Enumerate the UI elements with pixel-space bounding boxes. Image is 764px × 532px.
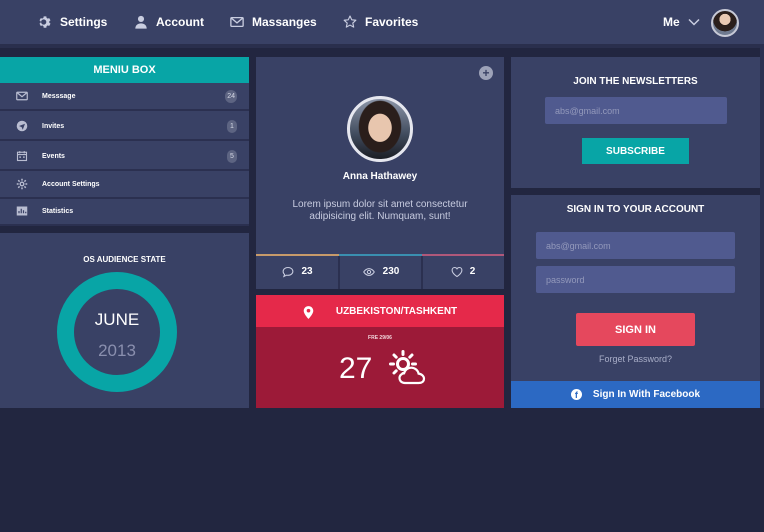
audience-donut (57, 272, 177, 392)
profile-avatar (347, 96, 413, 162)
user-menu[interactable]: Me (663, 15, 700, 29)
menu-item-label: Account Settings (42, 180, 100, 188)
profile-stats: 23 230 2 (256, 254, 504, 289)
facebook-signin-label: Sign In With Facebook (592, 389, 701, 400)
gear-icon (16, 178, 28, 190)
comment-icon (282, 266, 294, 278)
stat-likes[interactable]: 2 (422, 254, 504, 289)
nav-account[interactable]: Account (134, 13, 204, 31)
menu-item-account-settings[interactable]: Account Settings (0, 171, 249, 199)
user-menu-label: Me (663, 15, 680, 29)
envelope-icon (230, 15, 244, 29)
audience-month: JUNE (94, 310, 140, 329)
nav-account-label: Account (156, 15, 204, 29)
menu-item-message[interactable]: Messsage 24 (0, 83, 249, 111)
weather-location: UZBEKISTON/TASHKENT (335, 305, 458, 317)
nav-messages[interactable]: Massanges (230, 13, 317, 31)
menu-item-label: Statistics (42, 207, 74, 215)
nav-settings[interactable]: Settings (38, 13, 107, 31)
gear-icon (38, 15, 52, 29)
stat-comments[interactable]: 23 (256, 254, 339, 289)
menu-box-title: MENIU BOX (0, 57, 249, 83)
chart-icon (16, 205, 28, 217)
stat-likes-value: 2 (469, 266, 476, 277)
audience-title: OS AUDIENCE STATE (83, 255, 166, 264)
chevron-down-icon (688, 18, 700, 26)
newsletter-title: JOIN THE NEWSLETTERS (573, 76, 698, 87)
audience-year: 2013 (98, 341, 136, 360)
count-badge: 24 (225, 89, 237, 103)
profile-bio: Lorem ipsum dolor sit amet consectetur a… (292, 199, 468, 222)
facebook-icon: f (570, 389, 582, 400)
envelope-icon (16, 90, 28, 102)
menu-item-label: Invites (42, 122, 65, 130)
count-badge: 1 (227, 119, 237, 133)
subscribe-button[interactable]: SUBSCRIBE (582, 138, 689, 164)
weather-date: FRE 29/06 (368, 335, 392, 341)
menu-item-invites[interactable]: Invites 1 (0, 113, 249, 141)
newsletter-email-input[interactable] (545, 97, 727, 124)
stat-views[interactable]: 230 (339, 254, 422, 289)
stat-comments-value: 23 (301, 266, 313, 277)
sun-cloud-icon (389, 350, 426, 385)
forgot-password-link[interactable]: Forget Password? (511, 354, 760, 364)
menu-item-label: Messsage (42, 92, 76, 100)
weather-temperature: 27 (339, 352, 373, 385)
send-icon (16, 120, 28, 132)
eye-icon (362, 266, 376, 278)
star-icon (343, 15, 357, 29)
signin-password-input[interactable] (536, 266, 735, 293)
stat-views-value: 230 (382, 266, 400, 277)
signin-email-input[interactable] (536, 232, 735, 259)
signin-panel (511, 195, 760, 408)
count-badge: 5 (227, 149, 237, 163)
user-icon (134, 15, 148, 29)
avatar[interactable] (711, 9, 739, 37)
calendar-icon (16, 150, 28, 162)
menu-box-list: Messsage 24 Invites 1 Events 5 Account S… (0, 83, 249, 226)
add-button[interactable]: + (479, 66, 493, 80)
nav-settings-label: Settings (60, 15, 108, 29)
sign-in-button[interactable]: SIGN IN (576, 313, 695, 346)
menu-item-events[interactable]: Events 5 (0, 143, 249, 171)
nav-favorites-label: Favorites (365, 15, 419, 29)
navbar-shadow (0, 44, 764, 48)
nav-favorites[interactable]: Favorites (343, 13, 418, 31)
facebook-signin-button[interactable]: f Sign In With Facebook (511, 381, 760, 408)
heart-icon (451, 266, 463, 278)
menu-item-label: Events (42, 152, 65, 160)
weather-header: UZBEKISTON/TASHKENT (256, 295, 504, 327)
menu-item-statistics[interactable]: Statistics (0, 198, 249, 226)
map-pin-icon (303, 305, 314, 319)
signin-title: SIGN IN TO YOUR ACCOUNT (566, 204, 705, 215)
scrollbar-track[interactable] (760, 44, 764, 408)
nav-messages-label: Massanges (252, 15, 317, 29)
profile-name: Anna Hathawey (342, 171, 418, 182)
